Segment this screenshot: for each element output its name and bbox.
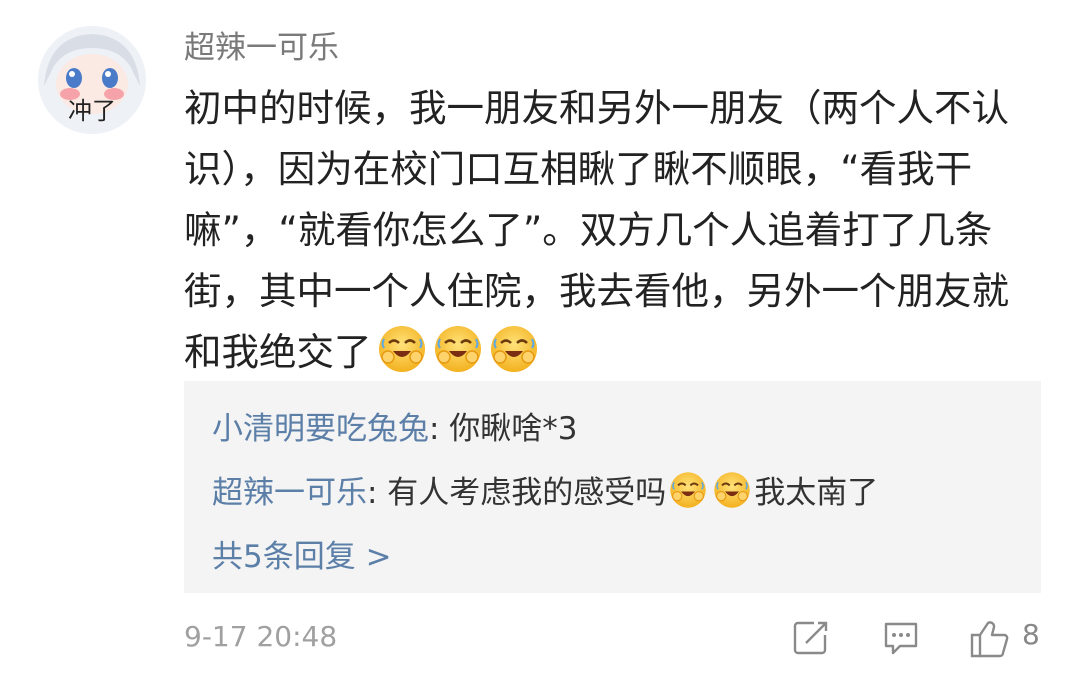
laughing-emoji-icon — [376, 323, 428, 375]
comment-line: 街，其中一个人住院，我去看他，另外一个朋友就 — [184, 269, 1009, 313]
laughing-emoji-icon — [488, 323, 540, 375]
laughing-emoji-icon — [432, 323, 484, 375]
comment-timestamp: 9-17 20:48 — [184, 620, 338, 653]
laughing-emoji-icon — [668, 470, 708, 510]
reply-item: 超辣一可乐: 有人考虑我的感受吗 我太南了 — [212, 467, 878, 512]
comment-body: 初中的时候，我一朋友和另外一朋友（两个人不认 识），因为在校门口互相瞅了瞅不顺眼… — [184, 78, 1054, 383]
comment-icon[interactable] — [882, 619, 920, 657]
reply-author[interactable]: 超辣一可乐 — [212, 475, 367, 511]
reply-text-tail: 我太南了 — [754, 475, 879, 511]
reply-text: : 你瞅啥*3 — [429, 411, 578, 447]
comment-line: 识），因为在校门口互相瞅了瞅不顺眼，“看我干 — [184, 147, 973, 191]
share-icon[interactable] — [792, 619, 830, 657]
reply-preview[interactable]: 小清明要吃兔兔: 你瞅啥*3 超辣一可乐: 有人考虑我的感受吗 我太南了 共5条回… — [184, 381, 1041, 593]
comment-line: 初中的时候，我一朋友和另外一朋友（两个人不认 — [184, 86, 1009, 130]
avatar-caption: 冲了 — [68, 97, 116, 125]
like-thumb-icon[interactable] — [968, 619, 1010, 659]
reply-item: 小清明要吃兔兔: 你瞅啥*3 — [212, 403, 578, 448]
more-replies-link[interactable]: 共5条回复 > — [212, 531, 392, 576]
comment-line: 嘛”，“就看你怎么了”。双方几个人追着打了几条 — [184, 208, 993, 252]
comment-username[interactable]: 超辣一可乐 — [184, 22, 339, 67]
reply-author[interactable]: 小清明要吃兔兔 — [212, 411, 429, 447]
reply-text: : 有人考虑我的感受吗 — [367, 475, 667, 511]
comment-line: 和我绝交了 — [184, 322, 1054, 383]
laughing-emoji-icon — [712, 470, 752, 510]
avatar[interactable]: 冲了 — [38, 26, 146, 134]
comment-line-text: 和我绝交了 — [184, 330, 372, 374]
like-count: 8 — [1022, 618, 1040, 651]
